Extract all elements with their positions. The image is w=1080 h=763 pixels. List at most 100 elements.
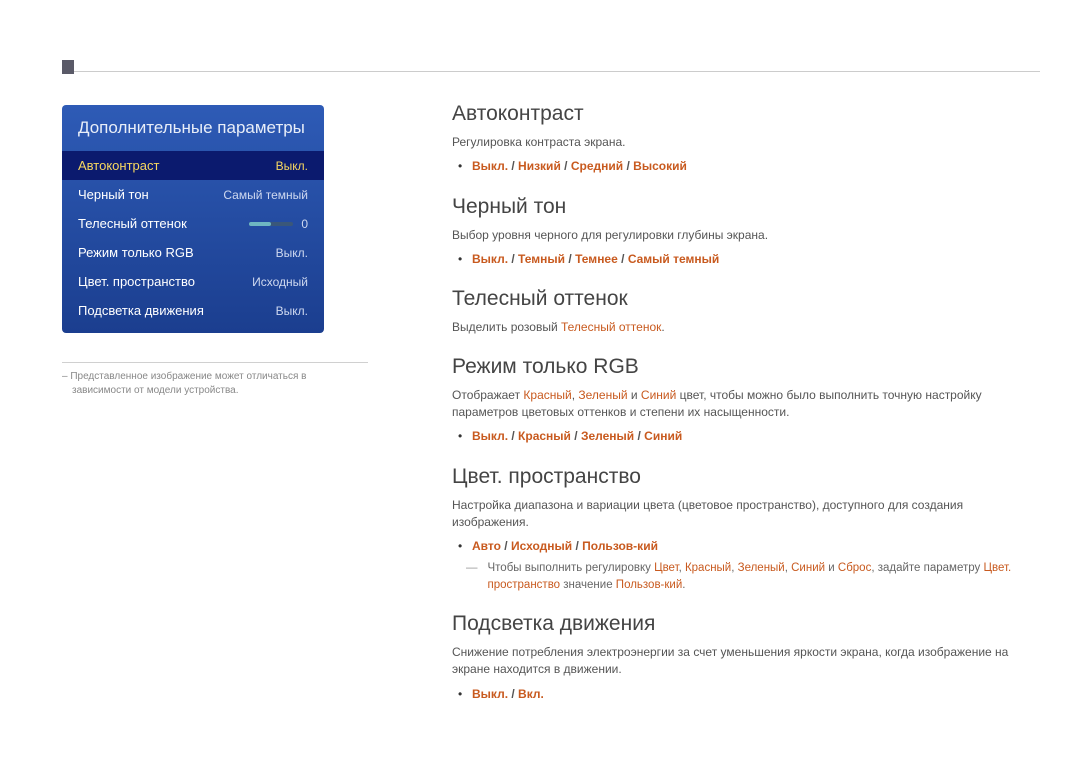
- section-title: Автоконтраст: [452, 102, 1040, 126]
- section-blacktone: Черный тон Выбор уровня черного для регу…: [452, 195, 1040, 270]
- section-desc: Снижение потребления электроэнергии за с…: [452, 644, 1040, 679]
- text: .: [661, 320, 664, 334]
- opt: Синий: [644, 429, 682, 443]
- osd-row-value: Исходный: [252, 275, 308, 289]
- section-note: ― Чтобы выполнить регулировку Цвет, Крас…: [452, 560, 1040, 593]
- opt: Высокий: [633, 159, 687, 173]
- slider-number: 0: [301, 217, 308, 231]
- header-mark: [62, 60, 74, 74]
- section-fleshtone: Телесный оттенок Выделить розовый Телесн…: [452, 287, 1040, 336]
- section-rgbonly: Режим только RGB Отображает Красный, Зел…: [452, 355, 1040, 447]
- osd-row-autocontrast[interactable]: Автоконтраст Выкл.: [62, 151, 324, 180]
- opt: Темнее: [575, 252, 618, 266]
- highlight: Красный: [523, 388, 571, 402]
- sep: /: [508, 252, 518, 266]
- section-title: Режим только RGB: [452, 355, 1040, 379]
- sep: /: [508, 429, 518, 443]
- osd-menu-title: Дополнительные параметры: [62, 105, 324, 151]
- highlight: Красный: [685, 562, 731, 574]
- sep: /: [623, 159, 633, 173]
- osd-menu-panel: Дополнительные параметры Автоконтраст Вы…: [62, 105, 324, 333]
- content-column: Автоконтраст Регулировка контраста экран…: [452, 102, 1040, 722]
- text: Чтобы выполнить регулировку: [488, 562, 655, 574]
- opt: Темный: [518, 252, 565, 266]
- highlight: Пользов-кий: [616, 579, 682, 591]
- opt: Исходный: [511, 539, 572, 553]
- text: Выделить розовый: [452, 320, 561, 334]
- highlight: Синий: [641, 388, 676, 402]
- opt: Красный: [518, 429, 571, 443]
- section-title: Цвет. пространство: [452, 465, 1040, 489]
- section-desc: Отображает Красный, Зеленый и Синий цвет…: [452, 387, 1040, 422]
- highlight: Сброс: [838, 562, 871, 574]
- section-desc: Выбор уровня черного для регулировки глу…: [452, 227, 1040, 244]
- sep: /: [565, 252, 575, 266]
- osd-row-fleshtone[interactable]: Телесный оттенок 0: [62, 209, 324, 238]
- opt: Пользов-кий: [582, 539, 658, 553]
- sep: /: [508, 159, 518, 173]
- sep: /: [618, 252, 628, 266]
- osd-row-label: Телесный оттенок: [78, 216, 187, 231]
- opt: Выкл.: [472, 429, 508, 443]
- sep: /: [501, 539, 511, 553]
- slider-fill: [249, 222, 271, 226]
- highlight: Телесный оттенок: [561, 320, 661, 334]
- section-desc: Настройка диапазона и вариации цвета (цв…: [452, 497, 1040, 532]
- section-title: Подсветка движения: [452, 612, 1040, 636]
- footnote-text: Представленное изображение может отличат…: [62, 370, 368, 397]
- sep: /: [634, 429, 644, 443]
- text: Отображает: [452, 388, 523, 402]
- opt: Выкл.: [472, 687, 508, 701]
- sep: /: [561, 159, 571, 173]
- highlight: Зеленый: [738, 562, 785, 574]
- opt: Авто: [472, 539, 501, 553]
- osd-row-colorspace[interactable]: Цвет. пространство Исходный: [62, 267, 324, 296]
- note-text: Чтобы выполнить регулировку Цвет, Красны…: [488, 560, 1041, 593]
- sep: /: [572, 539, 582, 553]
- option-list: Выкл. / Темный / Темнее / Самый темный: [472, 250, 1040, 269]
- section-motionlight: Подсветка движения Снижение потребления …: [452, 612, 1040, 704]
- text: .: [682, 579, 685, 591]
- osd-row-motionlight[interactable]: Подсветка движения Выкл.: [62, 296, 324, 325]
- text: значение: [560, 579, 616, 591]
- footnote-divider: [62, 362, 368, 363]
- option-list: Выкл. / Низкий / Средний / Высокий: [472, 157, 1040, 176]
- dash-icon: ―: [466, 560, 478, 593]
- osd-row-label: Цвет. пространство: [78, 274, 195, 289]
- sep: /: [508, 687, 518, 701]
- section-colorspace: Цвет. пространство Настройка диапазона и…: [452, 465, 1040, 594]
- osd-row-value: 0: [249, 217, 308, 231]
- section-title: Телесный оттенок: [452, 287, 1040, 311]
- option-list: Авто / Исходный / Пользов-кий: [472, 537, 1040, 556]
- opt: Выкл.: [472, 252, 508, 266]
- highlight: Цвет: [654, 562, 679, 574]
- osd-row-blacktone[interactable]: Черный тон Самый темный: [62, 180, 324, 209]
- opt: Вкл.: [518, 687, 544, 701]
- text: и: [825, 562, 838, 574]
- text: , задайте параметру: [871, 562, 983, 574]
- section-desc: Выделить розовый Телесный оттенок.: [452, 319, 1040, 336]
- slider-track: [249, 222, 293, 226]
- osd-row-label: Режим только RGB: [78, 245, 194, 260]
- osd-row-value: Выкл.: [276, 159, 308, 173]
- opt: Низкий: [518, 159, 561, 173]
- osd-row-rgbonly[interactable]: Режим только RGB Выкл.: [62, 238, 324, 267]
- highlight: Синий: [791, 562, 825, 574]
- text: и: [628, 388, 641, 402]
- osd-row-label: Автоконтраст: [78, 158, 159, 173]
- opt: Выкл.: [472, 159, 508, 173]
- osd-row-value: Выкл.: [276, 304, 308, 318]
- osd-row-label: Подсветка движения: [78, 303, 204, 318]
- opt: Самый темный: [628, 252, 719, 266]
- opt: Средний: [571, 159, 623, 173]
- highlight: Зеленый: [578, 388, 627, 402]
- osd-row-value: Самый темный: [223, 188, 308, 202]
- osd-row-label: Черный тон: [78, 187, 149, 202]
- section-title: Черный тон: [452, 195, 1040, 219]
- sep: /: [571, 429, 581, 443]
- section-desc: Регулировка контраста экрана.: [452, 134, 1040, 151]
- opt: Зеленый: [581, 429, 634, 443]
- option-list: Выкл. / Красный / Зеленый / Синий: [472, 427, 1040, 446]
- header-rule: [74, 71, 1040, 72]
- osd-row-value: Выкл.: [276, 246, 308, 260]
